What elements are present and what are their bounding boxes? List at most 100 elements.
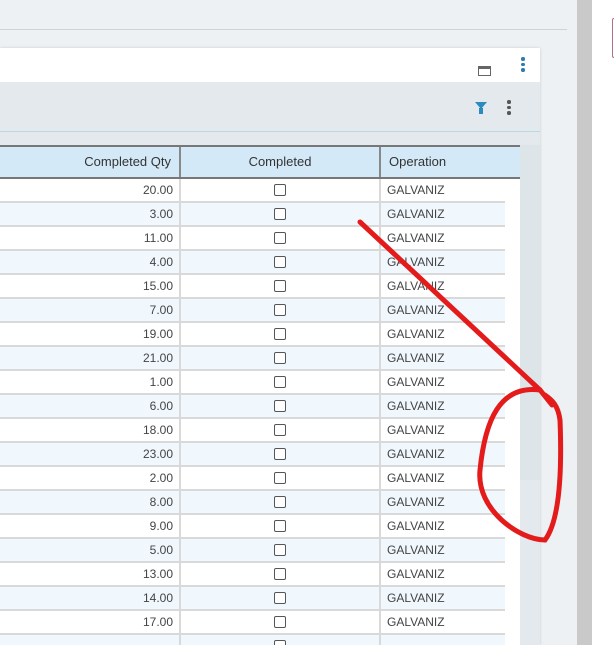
completed-qty-cell: 9.00 (0, 515, 181, 537)
completed-qty-cell: 19.00 (0, 323, 181, 345)
completed-checkbox[interactable] (274, 448, 286, 460)
grid-body: 20.00 GALVANIZ 3.00 GALVANIZ 11.00 GALVANI… (0, 179, 520, 645)
data-grid: Completed Qty Completed Operation 20.00 … (0, 145, 520, 645)
grid-card: Completed Qty Completed Operation 20.00 … (0, 48, 540, 645)
completed-qty-cell: 14.00 (0, 587, 181, 609)
completed-qty-cell: 15.00 (0, 275, 181, 297)
top-divider (0, 29, 567, 30)
table-row[interactable]: 8.00 GALVANIZ (0, 491, 505, 515)
completed-qty-cell: 6.00 (0, 395, 181, 417)
completed-checkbox[interactable] (274, 472, 286, 484)
completed-checkbox[interactable] (274, 184, 286, 196)
operation-cell: GALVANIZ (387, 183, 445, 197)
toolbar-more-icon[interactable] (507, 100, 511, 115)
completed-qty-cell (0, 635, 181, 645)
completed-checkbox[interactable] (274, 496, 286, 508)
completed-cell (181, 371, 381, 393)
table-row[interactable]: 11.00 GALVANIZ (0, 227, 505, 251)
completed-checkbox[interactable] (274, 544, 286, 556)
completed-qty-cell: 7.00 (0, 299, 181, 321)
completed-cell (181, 515, 381, 537)
completed-cell (181, 539, 381, 561)
completed-cell (181, 587, 381, 609)
completed-qty-cell: 1.00 (0, 371, 181, 393)
table-row[interactable]: 18.00 GALVANIZ (0, 419, 505, 443)
grid-toolbar (0, 82, 540, 132)
column-header-completed-qty[interactable]: Completed Qty (0, 147, 181, 177)
table-row[interactable]: 23.00 GALVANIZ (0, 443, 505, 467)
operation-cell: GALVANIZ (387, 519, 445, 533)
table-row[interactable]: 2.00 GALVANIZ (0, 467, 505, 491)
completed-cell (181, 347, 381, 369)
table-row[interactable]: 20.00 GALVANIZ (0, 179, 505, 203)
completed-qty-cell: 11.00 (0, 227, 181, 249)
completed-checkbox[interactable] (274, 304, 286, 316)
filter-icon[interactable] (475, 102, 487, 114)
operation-cell: GALVANIZ (387, 399, 445, 413)
completed-qty-cell: 21.00 (0, 347, 181, 369)
completed-cell (181, 443, 381, 465)
completed-cell (181, 395, 381, 417)
operation-cell: GALVANIZ (387, 591, 445, 605)
operation-cell: GALVANIZ (387, 255, 445, 269)
completed-checkbox[interactable] (274, 328, 286, 340)
completed-cell (181, 611, 381, 633)
table-row[interactable]: 5.00 GALVANIZ (0, 539, 505, 563)
completed-cell (181, 491, 381, 513)
operation-cell: GALVANIZ (387, 423, 445, 437)
operation-cell: GALVANIZ (387, 375, 445, 389)
completed-checkbox[interactable] (274, 256, 286, 268)
table-row[interactable]: 4.00 GALVANIZ (0, 251, 505, 275)
table-row[interactable]: 6.00 GALVANIZ (0, 395, 505, 419)
table-row[interactable]: 3.00 GALVANIZ (0, 203, 505, 227)
table-row[interactable]: 14.00 GALVANIZ (0, 587, 505, 611)
table-row[interactable]: 21.00 GALVANIZ (0, 347, 505, 371)
right-panel (592, 0, 614, 645)
operation-cell: GALVANIZ (387, 231, 445, 245)
completed-qty-cell: 17.00 (0, 611, 181, 633)
column-header-operation[interactable]: Operation (381, 147, 520, 177)
grid-header: Completed Qty Completed Operation (0, 145, 520, 179)
completed-qty-cell: 23.00 (0, 443, 181, 465)
completed-cell (181, 323, 381, 345)
operation-cell: GALVANIZ (387, 471, 445, 485)
table-row[interactable]: 9.00 GALVANIZ (0, 515, 505, 539)
card-more-icon[interactable] (521, 57, 525, 72)
operation-cell: GALVANIZ (387, 207, 445, 221)
operation-cell: GALVANIZ (387, 447, 445, 461)
completed-checkbox[interactable] (274, 352, 286, 364)
completed-checkbox[interactable] (274, 424, 286, 436)
completed-qty-cell: 3.00 (0, 203, 181, 225)
grid-area: Completed Qty Completed Operation 20.00 … (0, 132, 540, 645)
completed-cell (181, 635, 381, 645)
table-row[interactable]: 1.00 GALVANIZ (0, 371, 505, 395)
table-row[interactable]: 15.00 GALVANIZ (0, 275, 505, 299)
completed-cell (181, 203, 381, 225)
window-icon[interactable] (478, 66, 491, 76)
operation-cell: GALVANIZ (387, 279, 445, 293)
completed-checkbox[interactable] (274, 592, 286, 604)
completed-checkbox[interactable] (274, 208, 286, 220)
completed-checkbox[interactable] (274, 640, 286, 645)
grid-scroll-track[interactable] (520, 145, 540, 480)
table-row[interactable] (0, 635, 505, 645)
completed-cell (181, 179, 381, 201)
completed-checkbox[interactable] (274, 616, 286, 628)
completed-checkbox[interactable] (274, 280, 286, 292)
table-row[interactable]: 17.00 GALVANIZ (0, 611, 505, 635)
page-scrollbar[interactable] (577, 0, 592, 645)
completed-checkbox[interactable] (274, 400, 286, 412)
table-row[interactable]: 7.00 GALVANIZ (0, 299, 505, 323)
operation-cell: GALVANIZ (387, 495, 445, 509)
completed-qty-cell: 20.00 (0, 179, 181, 201)
table-row[interactable]: 13.00 GALVANIZ (0, 563, 505, 587)
table-row[interactable]: 19.00 GALVANIZ (0, 323, 505, 347)
completed-cell (181, 251, 381, 273)
column-header-completed[interactable]: Completed (181, 147, 381, 177)
completed-qty-cell: 2.00 (0, 467, 181, 489)
completed-checkbox[interactable] (274, 376, 286, 388)
completed-checkbox[interactable] (274, 232, 286, 244)
completed-checkbox[interactable] (274, 568, 286, 580)
completed-checkbox[interactable] (274, 520, 286, 532)
completed-qty-cell: 18.00 (0, 419, 181, 441)
